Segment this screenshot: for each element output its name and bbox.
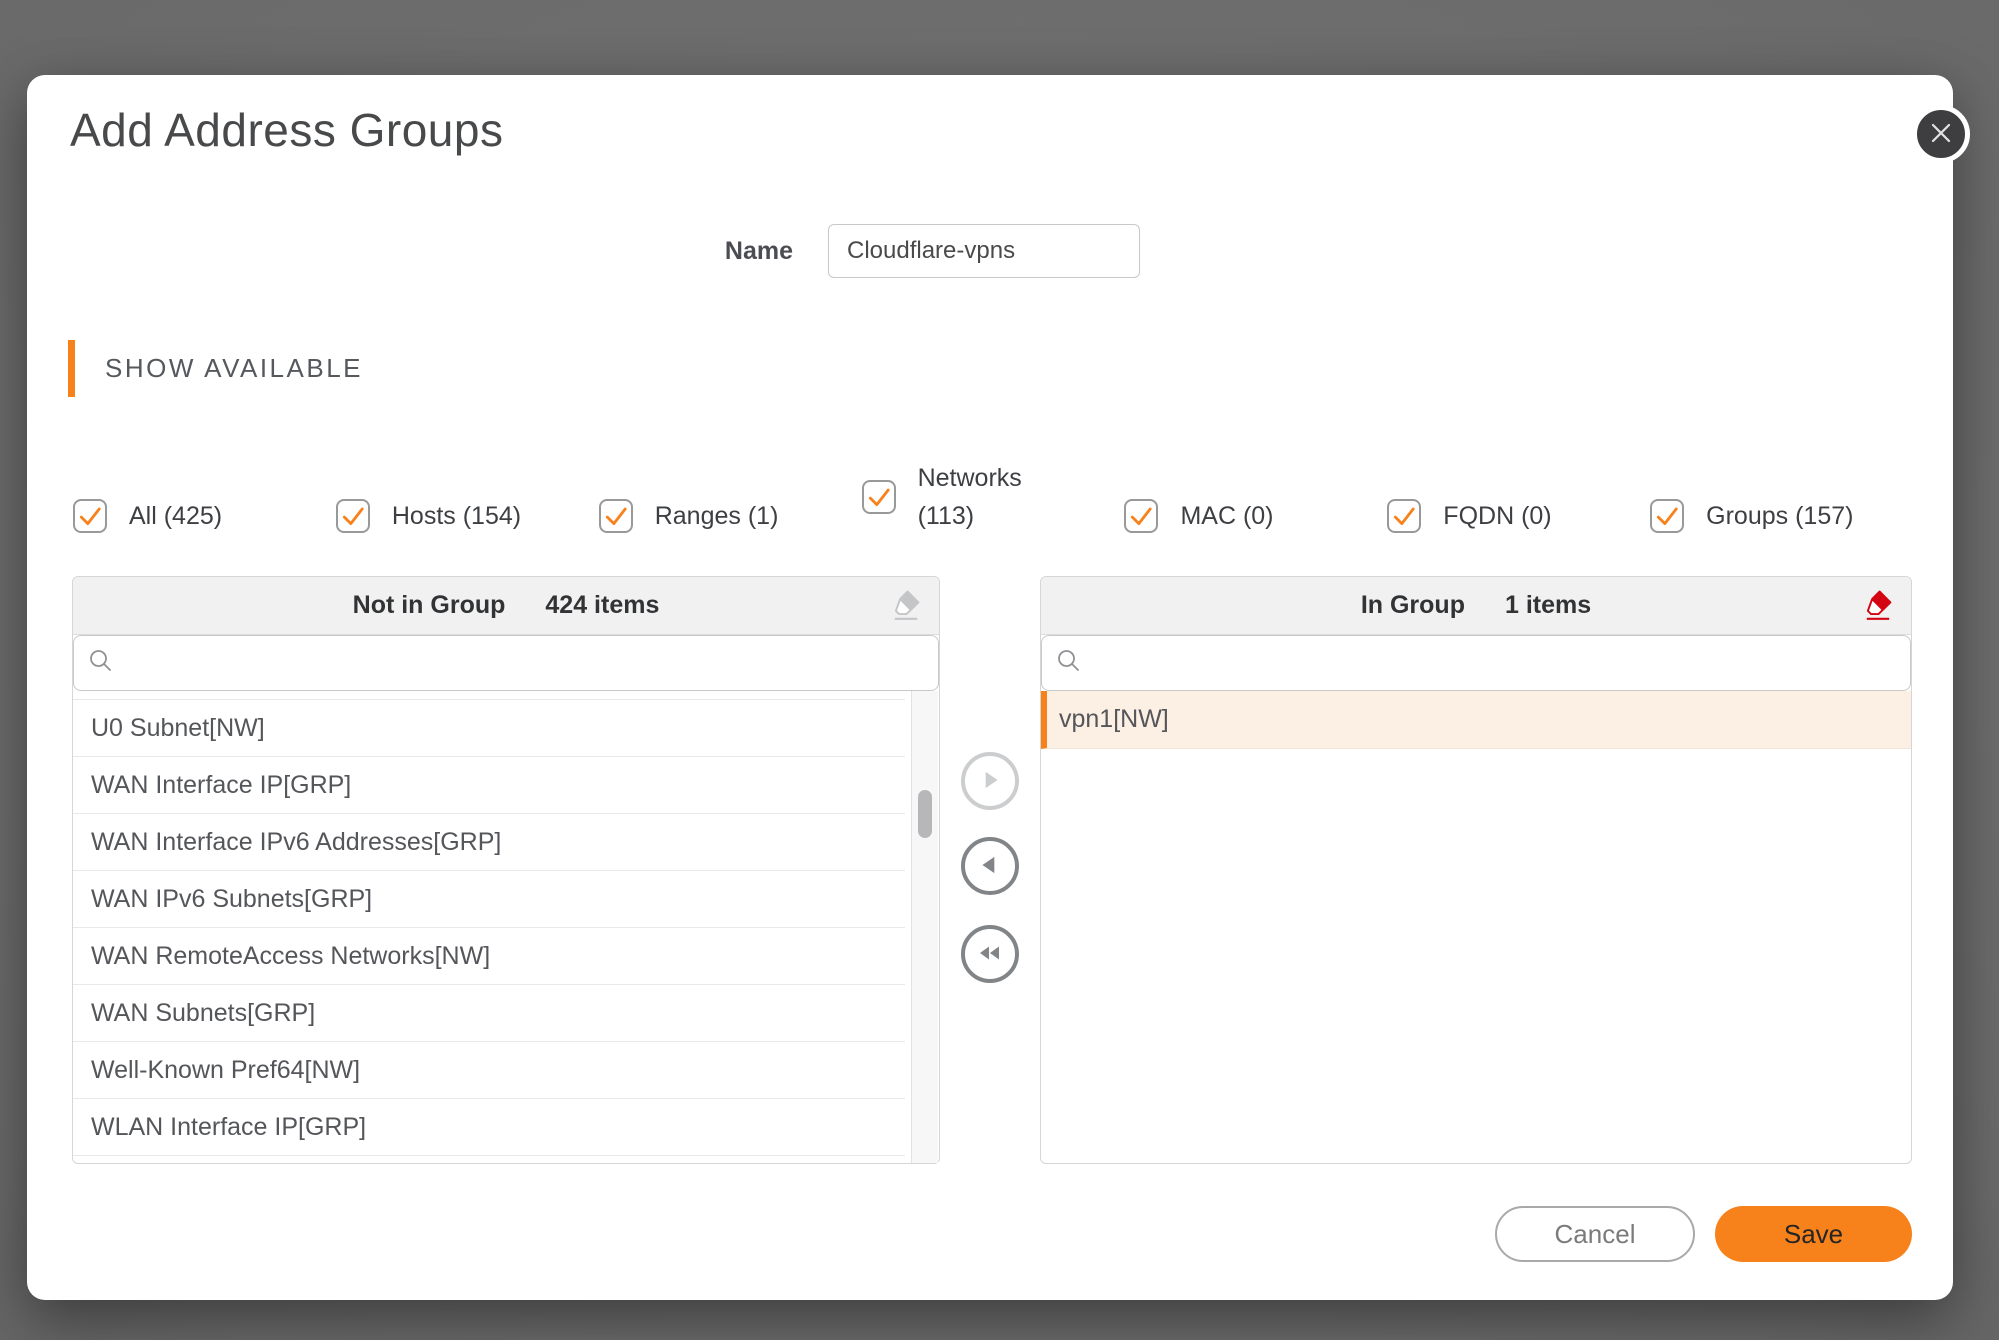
arrow-left-icon xyxy=(976,851,1004,882)
checkmark-icon xyxy=(866,484,892,510)
checkmark-icon xyxy=(77,503,103,529)
list-item[interactable]: U0 Subnet[NW] xyxy=(73,700,905,757)
show-available-section-header: SHOW AVAILABLE xyxy=(68,340,363,397)
filter-fqdn-label: FQDN (0) xyxy=(1443,497,1551,535)
not-in-group-header: Not in Group 424 items xyxy=(73,577,939,635)
in-group-search-input[interactable] xyxy=(1092,649,1896,677)
filter-hosts-checkbox[interactable] xyxy=(336,499,370,533)
eraser-icon xyxy=(1863,589,1893,624)
not-in-group-panel: Not in Group 424 items U0 S xyxy=(72,576,940,1164)
double-arrow-left-icon xyxy=(975,939,1005,970)
filter-networks-checkbox[interactable] xyxy=(862,480,896,514)
name-input[interactable] xyxy=(828,224,1140,278)
filter-all-checkbox[interactable] xyxy=(73,499,107,533)
list-item-selected[interactable]: vpn1[NW] xyxy=(1041,691,1911,749)
list-item[interactable]: WAN Subnets[GRP] xyxy=(73,985,905,1042)
in-group-panel: In Group 1 items vpn1[NW] xyxy=(1040,576,1912,1164)
scrollbar-thumb[interactable] xyxy=(918,790,932,838)
not-in-group-search-input[interactable] xyxy=(124,649,924,677)
section-accent-bar xyxy=(68,340,75,397)
not-in-group-count: 424 items xyxy=(545,591,659,620)
add-address-groups-dialog: Add Address Groups Name SHOW AVAILABLE A… xyxy=(27,75,1953,1300)
move-all-left-button[interactable] xyxy=(961,925,1019,983)
filter-groups-checkbox[interactable] xyxy=(1650,499,1684,533)
clear-right-selection-button[interactable] xyxy=(1857,584,1899,628)
filter-networks-label: Networks (113) xyxy=(918,459,1043,535)
scrollbar-track xyxy=(911,691,938,1163)
in-group-header: In Group 1 items xyxy=(1041,577,1911,635)
arrow-right-icon xyxy=(976,766,1004,797)
list-item[interactable]: Well-Known Pref64[NW] xyxy=(73,1042,905,1099)
dialog-title: Add Address Groups xyxy=(70,103,503,157)
not-in-group-list: U0 Subnet[NW] WAN Interface IP[GRP] WAN … xyxy=(73,691,939,1164)
not-in-group-title: Not in Group xyxy=(353,591,506,620)
list-item[interactable]: WAN RemoteAccess Networks[NW] xyxy=(73,928,905,985)
list-item[interactable]: WAN IPv6 Subnets[GRP] xyxy=(73,871,905,928)
search-icon xyxy=(88,648,114,679)
eraser-icon xyxy=(891,589,921,624)
checkmark-icon xyxy=(1391,503,1417,529)
filter-fqdn-checkbox[interactable] xyxy=(1387,499,1421,533)
filter-hosts-label: Hosts (154) xyxy=(392,497,521,535)
name-label: Name xyxy=(725,237,793,266)
checkmark-icon xyxy=(340,503,366,529)
list-item[interactable]: WAN Interface IP[GRP] xyxy=(73,757,905,814)
list-partial-row xyxy=(73,691,905,700)
in-group-count: 1 items xyxy=(1505,591,1591,620)
move-left-button[interactable] xyxy=(961,837,1019,895)
filter-ranges-checkbox[interactable] xyxy=(599,499,633,533)
filter-all-label: All (425) xyxy=(129,497,222,535)
filter-mac-label: MAC (0) xyxy=(1180,497,1273,535)
filter-all: All (425) xyxy=(73,497,336,535)
checkmark-icon xyxy=(603,503,629,529)
checkmark-icon xyxy=(1128,503,1154,529)
move-right-button[interactable] xyxy=(961,752,1019,810)
filter-groups: Groups (157) xyxy=(1650,497,1913,535)
not-in-group-search xyxy=(73,635,939,691)
filter-checkbox-row: All (425) Hosts (154) Ranges (1) Network… xyxy=(73,465,1913,535)
search-icon xyxy=(1056,648,1082,679)
filter-groups-label: Groups (157) xyxy=(1706,497,1853,535)
close-icon xyxy=(1928,120,1954,149)
filter-fqdn: FQDN (0) xyxy=(1387,497,1650,535)
filter-ranges: Ranges (1) xyxy=(599,497,862,535)
clear-left-selection-button[interactable] xyxy=(885,584,927,628)
save-button[interactable]: Save xyxy=(1715,1206,1912,1262)
section-header-label: SHOW AVAILABLE xyxy=(105,353,363,384)
in-group-title: In Group xyxy=(1361,591,1465,620)
filter-hosts: Hosts (154) xyxy=(336,497,599,535)
cancel-button[interactable]: Cancel xyxy=(1495,1206,1695,1262)
name-field-row: Name xyxy=(27,224,1140,278)
list-item[interactable]: WLAN Interface IP[GRP] xyxy=(73,1099,905,1156)
filter-mac-checkbox[interactable] xyxy=(1124,499,1158,533)
close-button[interactable] xyxy=(1912,105,1970,163)
in-group-list: vpn1[NW] xyxy=(1041,691,1911,1164)
in-group-search xyxy=(1041,635,1911,691)
list-item[interactable]: WAN Interface IPv6 Addresses[GRP] xyxy=(73,814,905,871)
filter-mac: MAC (0) xyxy=(1124,497,1387,535)
filter-ranges-label: Ranges (1) xyxy=(655,497,779,535)
filter-networks: Networks (113) xyxy=(862,459,1125,535)
checkmark-icon xyxy=(1654,503,1680,529)
